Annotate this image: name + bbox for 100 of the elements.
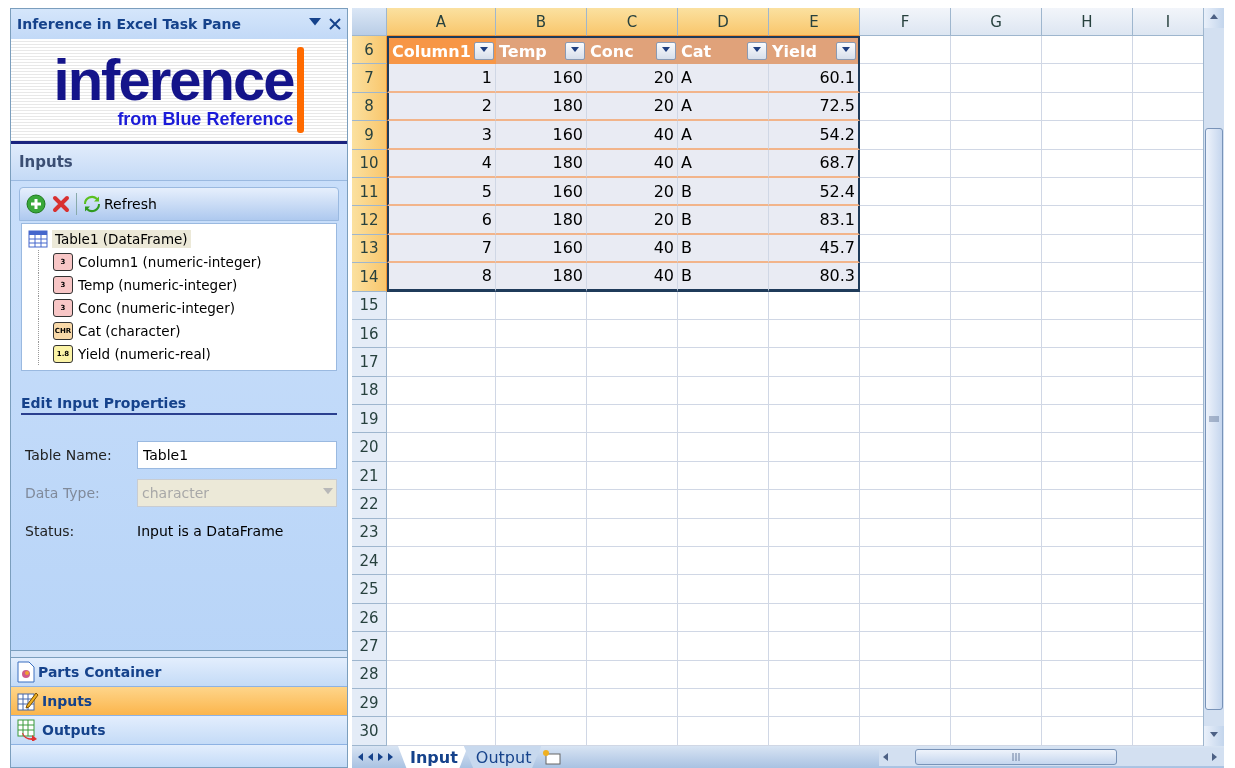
empty-cell[interactable] <box>587 461 678 491</box>
empty-cell[interactable] <box>587 376 678 406</box>
empty-cell[interactable] <box>587 717 678 746</box>
row-header[interactable]: 26 <box>352 603 387 633</box>
empty-cell[interactable] <box>678 376 769 406</box>
scroll-up-button[interactable] <box>1204 8 1224 28</box>
column-header[interactable]: D <box>678 8 769 36</box>
row-header[interactable]: 30 <box>352 717 387 746</box>
empty-cell[interactable] <box>951 518 1042 548</box>
tree-item[interactable]: Table1 (DataFrame) <box>52 230 191 248</box>
nav-item[interactable]: Inputs <box>11 687 347 716</box>
row-header[interactable]: 12 <box>352 206 387 235</box>
empty-cell[interactable] <box>769 518 860 548</box>
empty-cell[interactable] <box>951 121 1042 150</box>
close-icon[interactable] <box>329 18 341 30</box>
empty-cell[interactable] <box>1042 291 1133 320</box>
empty-cell[interactable] <box>769 433 860 462</box>
empty-cell[interactable] <box>678 717 769 746</box>
empty-cell[interactable] <box>769 689 860 718</box>
row-header[interactable]: 9 <box>352 121 387 150</box>
row-header[interactable]: 23 <box>352 518 387 548</box>
filter-button[interactable] <box>474 42 494 61</box>
filter-button[interactable] <box>656 42 676 61</box>
filter-button[interactable] <box>565 42 585 61</box>
row-header[interactable]: 6 <box>352 36 387 65</box>
row-header[interactable]: 18 <box>352 376 387 406</box>
empty-cell[interactable] <box>1042 64 1133 93</box>
empty-cell[interactable] <box>496 291 587 320</box>
delete-icon[interactable] <box>52 195 70 213</box>
splitter-grip[interactable] <box>11 650 347 658</box>
empty-cell[interactable] <box>1042 689 1133 718</box>
empty-cell[interactable] <box>860 291 951 320</box>
column-header[interactable]: I <box>1133 8 1203 36</box>
empty-cell[interactable] <box>860 632 951 661</box>
empty-cell[interactable] <box>678 490 769 519</box>
row-header[interactable]: 16 <box>352 319 387 349</box>
empty-cell[interactable] <box>769 575 860 604</box>
select-all-corner[interactable] <box>352 8 387 36</box>
empty-cell[interactable] <box>1042 177 1133 207</box>
tree-item[interactable]: Yield (numeric-real) <box>78 345 211 362</box>
row-header[interactable]: 8 <box>352 92 387 122</box>
row-header[interactable]: 11 <box>352 177 387 207</box>
empty-cell[interactable] <box>860 433 951 462</box>
column-header[interactable]: B <box>496 8 587 36</box>
empty-cell[interactable] <box>769 490 860 519</box>
empty-cell[interactable] <box>951 660 1042 689</box>
row-header[interactable]: 13 <box>352 234 387 264</box>
empty-cell[interactable] <box>587 348 678 377</box>
empty-cell[interactable] <box>678 660 769 689</box>
empty-cell[interactable] <box>587 405 678 434</box>
nav-item[interactable]: Outputs <box>11 716 347 745</box>
empty-cell[interactable] <box>678 348 769 377</box>
empty-cell[interactable] <box>1042 234 1133 264</box>
empty-cell[interactable] <box>951 632 1042 661</box>
empty-cell[interactable] <box>678 632 769 661</box>
empty-cell[interactable] <box>951 490 1042 519</box>
empty-cell[interactable] <box>678 689 769 718</box>
empty-cell[interactable] <box>678 461 769 491</box>
empty-cell[interactable] <box>496 461 587 491</box>
empty-cell[interactable] <box>1042 405 1133 434</box>
empty-cell[interactable] <box>1042 660 1133 689</box>
tree-item[interactable]: Temp (numeric-integer) <box>78 276 238 293</box>
empty-cell[interactable] <box>769 291 860 320</box>
empty-cell[interactable] <box>1042 433 1133 462</box>
column-header[interactable]: C <box>587 8 678 36</box>
empty-cell[interactable] <box>678 405 769 434</box>
empty-cell[interactable] <box>587 660 678 689</box>
empty-cell[interactable] <box>951 376 1042 406</box>
empty-cell[interactable] <box>587 603 678 633</box>
empty-cell[interactable] <box>1042 263 1133 292</box>
empty-cell[interactable] <box>951 603 1042 633</box>
empty-cell[interactable] <box>951 36 1042 65</box>
row-header[interactable]: 19 <box>352 405 387 434</box>
row-header[interactable]: 27 <box>352 632 387 661</box>
empty-cell[interactable] <box>587 433 678 462</box>
input-field[interactable]: Table1 <box>137 441 337 469</box>
empty-cell[interactable] <box>951 547 1042 576</box>
empty-cell[interactable] <box>860 518 951 548</box>
empty-cell[interactable] <box>951 149 1042 178</box>
empty-cell[interactable] <box>496 433 587 462</box>
empty-cell[interactable] <box>678 603 769 633</box>
empty-cell[interactable] <box>678 433 769 462</box>
empty-cell[interactable] <box>951 206 1042 235</box>
empty-cell[interactable] <box>496 348 587 377</box>
empty-cell[interactable] <box>496 376 587 406</box>
row-header[interactable]: 21 <box>352 461 387 491</box>
empty-cell[interactable] <box>769 603 860 633</box>
empty-cell[interactable] <box>678 518 769 548</box>
filter-button[interactable] <box>836 42 856 61</box>
column-header[interactable]: F <box>860 8 951 36</box>
empty-cell[interactable] <box>496 689 587 718</box>
empty-cell[interactable] <box>769 632 860 661</box>
empty-cell[interactable] <box>951 689 1042 718</box>
row-header[interactable]: 22 <box>352 490 387 519</box>
empty-cell[interactable] <box>951 575 1042 604</box>
empty-cell[interactable] <box>587 547 678 576</box>
empty-cell[interactable] <box>951 291 1042 320</box>
tree-item[interactable]: Cat (character) <box>78 322 181 339</box>
scroll-thumb[interactable] <box>1205 128 1223 710</box>
column-header[interactable]: A <box>387 8 496 36</box>
